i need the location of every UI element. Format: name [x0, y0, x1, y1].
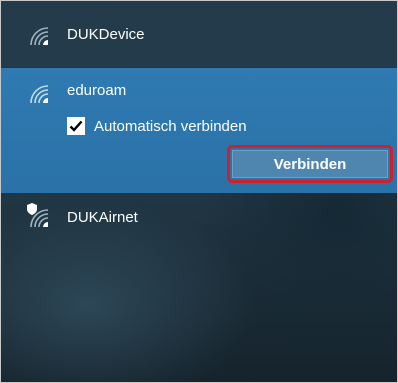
auto-connect-label[interactable]: Automatisch verbinden: [94, 118, 247, 135]
network-name: eduroam: [67, 82, 127, 99]
network-name: DUKAirnet: [67, 209, 138, 226]
network-item-dukdevice[interactable]: DUKDevice: [1, 1, 397, 67]
network-name: DUKDevice: [67, 26, 145, 43]
connect-button-highlight: Verbinden: [227, 145, 393, 183]
network-item-eduroam[interactable]: eduroam Automatisch verbinden Verbinden: [1, 68, 397, 193]
connect-button[interactable]: Verbinden: [232, 150, 388, 178]
wifi-icon: [30, 85, 49, 104]
wifi-network-flyout: DUKDevice eduroam Automatisch verbinden …: [0, 0, 398, 383]
wifi-icon: [30, 27, 49, 46]
auto-connect-checkbox[interactable]: Automatisch verbinden: [67, 116, 247, 136]
wifi-icon: [30, 209, 49, 228]
checkbox-checked-icon[interactable]: [67, 117, 85, 135]
network-item-dukairnet[interactable]: DUKAirnet: [1, 194, 397, 242]
